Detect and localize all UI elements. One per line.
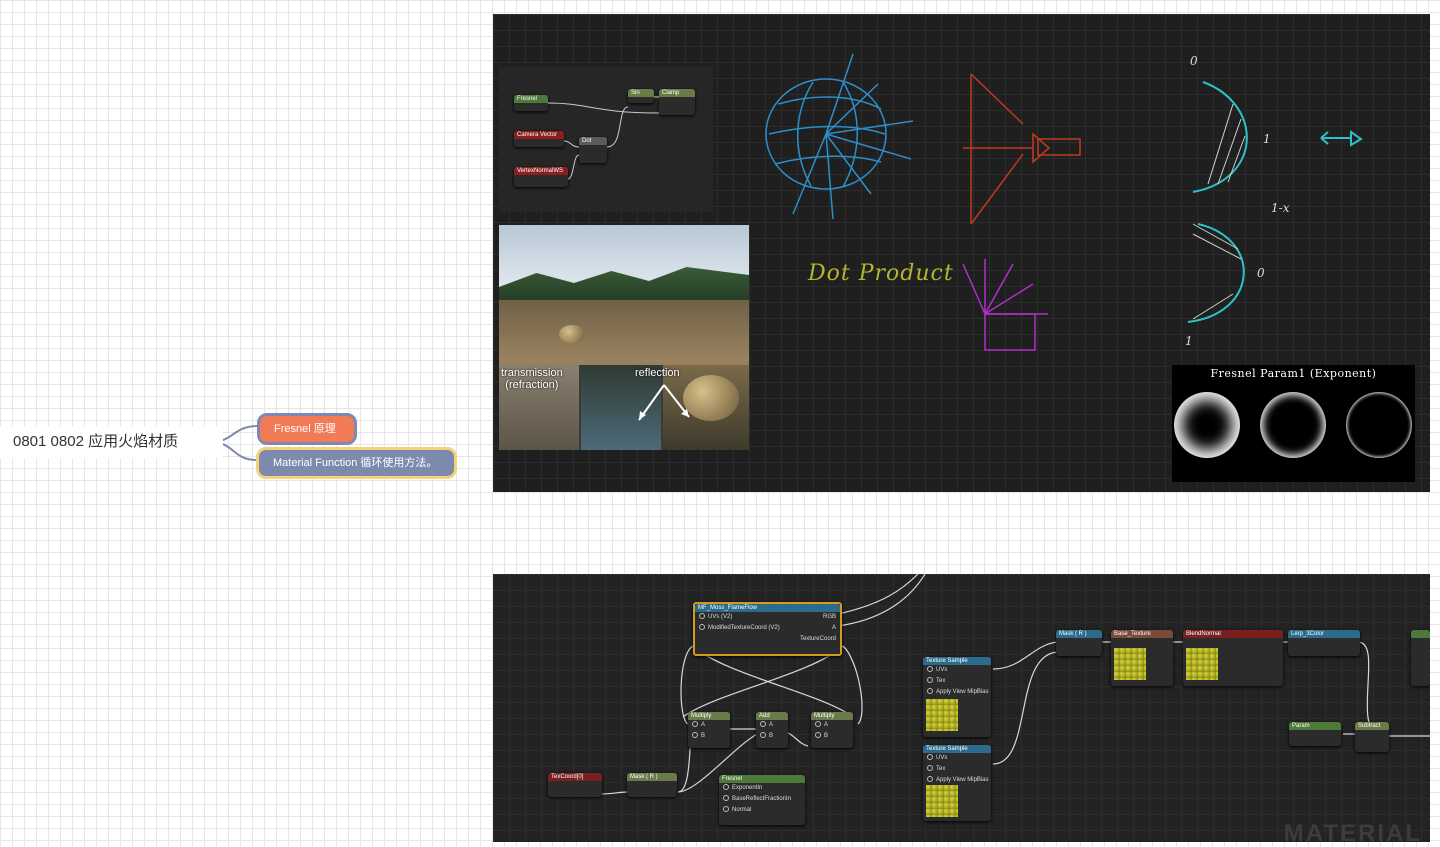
subtopic-fresnel[interactable]: Fresnel 原理	[257, 413, 357, 445]
texture-thumb-1	[926, 699, 958, 731]
subtopic-material-function[interactable]: Material Function 循环使用方法。	[256, 447, 457, 479]
label-one-top: 1	[1263, 132, 1271, 146]
node-fresnel: Fresnel ExponentIn BaseReflectFractionIn…	[719, 775, 805, 825]
node-offscreen	[1411, 630, 1430, 686]
label-one-bottom: 1	[1185, 334, 1193, 348]
node-multiply-2: Multiply A B	[811, 712, 853, 748]
node-mask-r: Mask ( R )	[627, 773, 677, 797]
node-mf-moss-flameflow: MF_Moss_FlameFlow UVs (V2) RGB ModifiedTe…	[693, 602, 842, 656]
texture-thumb-4	[1186, 648, 1218, 680]
red-arrows-sketch	[963, 73, 1081, 225]
fresnel-reference-image: Fresnel Camera Vector VertexNormalWS Dot…	[493, 14, 1430, 492]
fresnel-sphere-1	[1174, 392, 1240, 458]
node-add: Add A B	[756, 712, 788, 748]
hatching-sketch	[1192, 103, 1246, 320]
label-zero-bottom: 0	[1257, 266, 1265, 280]
node-texcoord: TexCoord[0]	[548, 773, 602, 797]
node-texture-sample-2: Texture Sample UVs Tex Apply View MipBia…	[923, 745, 991, 821]
texture-thumb-2	[926, 785, 958, 817]
fresnel-param-preview: Fresnel Param1 (Exponent)	[1172, 365, 1415, 482]
fresnel-sphere-2	[1260, 392, 1326, 458]
material-graph-image: MF_Moss_FlameFlow UVs (V2) RGB ModifiedTe…	[493, 574, 1430, 842]
node-texture-sample-1: Texture Sample UVs Tex Apply View MipBia…	[923, 657, 991, 737]
node-multiply-1: Multiply A B	[688, 712, 730, 748]
fresnel-param-title: Fresnel Param1 (Exponent)	[1210, 367, 1377, 380]
globe-sketch	[765, 53, 914, 220]
node-blend-normal: BlendNormal	[1183, 630, 1283, 686]
purple-vectors-sketch	[962, 259, 1048, 351]
label-zero-top: 0	[1190, 54, 1198, 68]
node-lerp-3color: Lerp_3Color	[1288, 630, 1360, 656]
fresnel-sphere-3	[1346, 392, 1412, 458]
texture-thumb-3	[1114, 648, 1146, 680]
node-mask-r-2: Mask ( R )	[1056, 630, 1102, 656]
material-watermark: MATERIAL	[1283, 820, 1422, 842]
node-subtract: Subtract	[1355, 722, 1389, 752]
dot-product-label: Dot Product	[808, 261, 954, 286]
node-param: Param	[1289, 722, 1341, 746]
node-base-texture: Base_Texture	[1111, 630, 1173, 686]
label-one-minus-x: 1-x	[1271, 201, 1290, 215]
root-topic[interactable]: 0801 0802 应用火焰材质	[0, 426, 223, 458]
